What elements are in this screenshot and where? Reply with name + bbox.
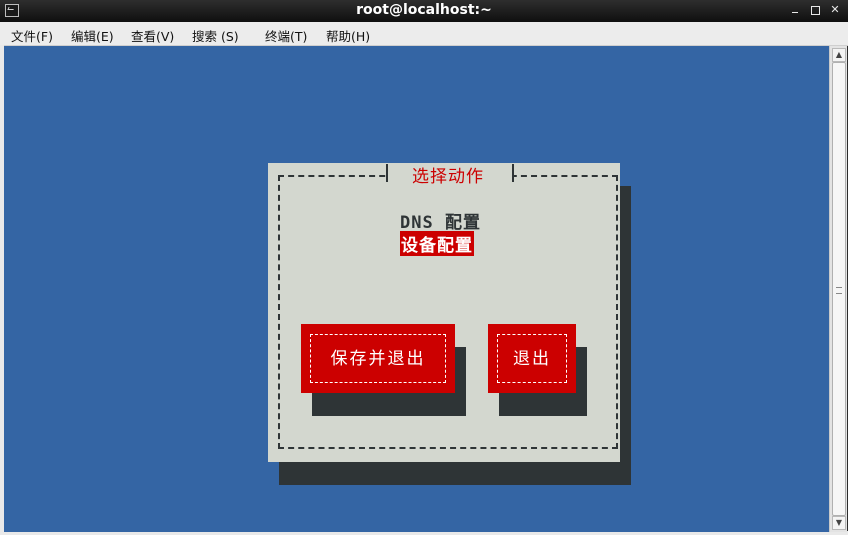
scrollbar-thumb[interactable] [832,62,846,516]
window-title: root@localhost:~ [356,2,492,18]
quit-button[interactable]: 退出 [488,324,576,393]
maximize-icon[interactable] [808,3,822,17]
save-and-quit-label: 保存并退出 [330,349,426,369]
menu-view[interactable]: 查看(V) [131,26,174,45]
arrow-up-icon[interactable]: ▲ [832,48,846,62]
menu-bar: 文件(F) 编辑(E) 查看(V) 搜索 (S) 终端(T) 帮助(H) [0,22,848,46]
close-icon[interactable]: ✕ [828,3,842,17]
save-and-quit-button[interactable]: 保存并退出 [301,324,455,393]
window-titlebar[interactable]: root@localhost:~ ✕ [0,0,848,22]
menu-terminal[interactable]: 终端(T) [265,26,307,45]
minimize-icon[interactable] [788,3,802,17]
arrow-down-icon[interactable]: ▼ [832,516,846,530]
grip-icon [836,287,842,294]
menu-help[interactable]: 帮助(H) [326,26,370,45]
dialog-title: 选择动作 [412,167,484,187]
quit-label: 退出 [513,349,551,369]
list-item-dns-config[interactable]: DNS 配置 [400,208,481,233]
menu-search[interactable]: 搜索 (S) [192,26,239,45]
menu-edit[interactable]: 编辑(E) [71,26,114,45]
list-item-device-config[interactable]: 设备配置 [400,231,474,256]
menu-file[interactable]: 文件(F) [11,26,53,45]
vertical-scrollbar[interactable]: ▲ ▼ [829,46,847,532]
